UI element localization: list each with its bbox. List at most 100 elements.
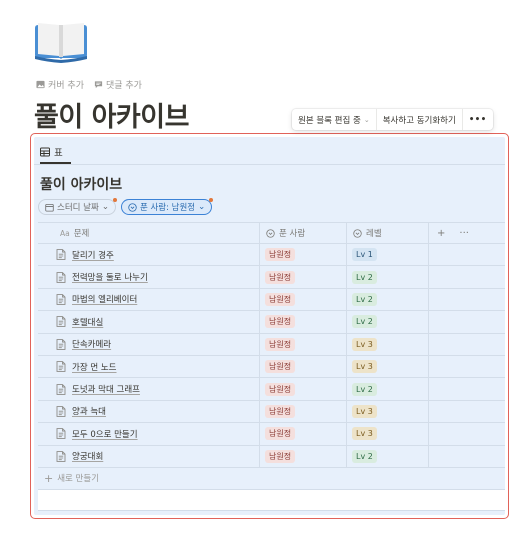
page-icon [56, 406, 66, 417]
filter-bar: 스터디 날짜 ⌄ 푼 사람: 남원정 ⌄ [38, 198, 214, 215]
page-actions: 커버 추가 댓글 추가 [36, 78, 142, 91]
more-options-button[interactable]: ••• [461, 109, 493, 130]
table-row[interactable]: 호텔대실 남원정 Lv 2 [38, 311, 505, 334]
new-row-button[interactable]: + 새로 만들기 [38, 468, 505, 490]
cell-empty [429, 446, 505, 467]
cell-solver[interactable]: 남원정 [260, 445, 347, 467]
database-title[interactable]: 풀이 아카이브 [40, 174, 122, 194]
cell-solver[interactable]: 남원정 [260, 378, 347, 400]
cell-empty [429, 289, 505, 310]
editing-original-dropdown[interactable]: 원본 블록 편집 중 ⌄ [292, 109, 376, 130]
row-title[interactable]: 양과 늑대 [72, 405, 106, 417]
add-cover-label: 커버 추가 [48, 81, 84, 91]
view-tab-table[interactable]: 표 [40, 145, 63, 159]
cell-title[interactable]: 단속카메라 [38, 333, 260, 355]
solver-tag: 남원정 [265, 315, 296, 329]
cell-level[interactable]: Lv 2 [347, 288, 429, 311]
table-row[interactable]: 마법의 엘리베이터 남원정 Lv 2 [38, 288, 505, 312]
cell-solver[interactable]: 남원정 [260, 423, 347, 445]
row-title[interactable]: 양궁대회 [72, 450, 103, 462]
table-row[interactable]: 양궁대회 남원정 Lv 2 [38, 445, 505, 468]
cell-title[interactable]: 모두 0으로 만들기 [38, 423, 260, 445]
add-cover-button[interactable]: 커버 추가 [36, 78, 84, 91]
table-body: 달리기 경주 남원정 Lv 1 전력망을 둘로 나누기 남원정 Lv 2 마법의 엘리베이터… [38, 244, 505, 468]
table-row[interactable]: 모두 0으로 만들기 남원정 Lv 3 [38, 423, 505, 446]
page-icon [56, 450, 66, 462]
new-row-label: 새로 만들기 [57, 474, 100, 485]
row-title[interactable]: 전력망을 둘로 나누기 [72, 271, 148, 283]
row-title[interactable]: 가장 먼 노드 [72, 361, 117, 373]
select-icon [266, 228, 275, 238]
cell-title[interactable]: 양궁대회 [38, 445, 260, 467]
cell-solver[interactable]: 남원정 [260, 355, 347, 378]
row-title[interactable]: 단속카메라 [72, 338, 111, 350]
table-row[interactable]: 단속카메라 남원정 Lv 3 [38, 333, 505, 356]
cell-solver[interactable]: 남원정 [260, 288, 347, 311]
cell-level[interactable]: Lv 2 [347, 311, 429, 333]
cell-solver[interactable]: 남원정 [260, 266, 347, 288]
synced-block[interactable]: 표 풀이 아카이브 스터디 날짜 ⌄ 푼 사람: 남원정 ⌄ Aa 문제 푼 사… [30, 133, 509, 519]
cell-empty [429, 266, 505, 287]
cell-solver[interactable]: 남원정 [260, 333, 347, 355]
cell-level[interactable]: Lv 2 [347, 266, 429, 288]
cell-level[interactable]: Lv 3 [347, 400, 429, 423]
more-icon: ••• [468, 114, 487, 125]
page-icon [56, 294, 66, 305]
cell-level[interactable]: Lv 2 [347, 378, 429, 400]
cell-title[interactable]: 가장 먼 노드 [38, 355, 260, 378]
tab-divider [34, 164, 505, 165]
cell-empty [429, 244, 505, 265]
page-icon [56, 271, 66, 283]
view-tab-label: 표 [54, 148, 63, 159]
calculation-bar[interactable] [38, 489, 505, 511]
row-title[interactable]: 도넛과 막대 그래프 [72, 383, 140, 395]
column-header-level[interactable]: 레벨 [347, 223, 429, 243]
book-icon[interactable] [33, 20, 89, 64]
page-title[interactable]: 풀이 아카이브 [34, 95, 189, 134]
solver-tag: 남원정 [265, 427, 296, 441]
table-row[interactable]: 전력망을 둘로 나누기 남원정 Lv 2 [38, 266, 505, 289]
filter-study-date[interactable]: 스터디 날짜 ⌄ [38, 198, 117, 215]
table-row[interactable]: 달리기 경주 남원정 Lv 1 [38, 244, 505, 267]
add-comment-button[interactable]: 댓글 추가 [94, 78, 142, 91]
solver-tag: 남원정 [265, 292, 296, 306]
filter-study-date-label: 스터디 날짜 [57, 203, 99, 213]
cell-title[interactable]: 도넛과 막대 그래프 [38, 378, 260, 400]
cell-title[interactable]: 호텔대실 [38, 311, 260, 333]
row-title[interactable]: 호텔대실 [72, 316, 103, 328]
cell-empty [429, 311, 505, 332]
column-header-title[interactable]: Aa 문제 [38, 223, 260, 243]
more-icon[interactable]: ··· [459, 228, 469, 239]
cell-level[interactable]: Lv 1 [347, 244, 429, 266]
cell-solver[interactable]: 남원정 [260, 244, 347, 266]
table-row[interactable]: 가장 먼 노드 남원정 Lv 3 [38, 355, 505, 379]
row-title[interactable]: 모두 0으로 만들기 [72, 428, 138, 440]
calendar-icon [45, 203, 54, 212]
cell-empty [429, 401, 505, 422]
row-title[interactable]: 마법의 엘리베이터 [72, 293, 137, 305]
cell-empty [429, 334, 505, 355]
row-title[interactable]: 달리기 경주 [72, 249, 114, 261]
cell-level[interactable]: Lv 3 [347, 423, 429, 445]
cell-level[interactable]: Lv 3 [347, 355, 429, 378]
filter-indicator-dot [209, 198, 214, 202]
column-header-solver[interactable]: 푼 사람 [260, 223, 347, 243]
cell-title[interactable]: 전력망을 둘로 나누기 [38, 266, 260, 288]
cell-solver[interactable]: 남원정 [260, 400, 347, 423]
cell-title[interactable]: 마법의 엘리베이터 [38, 288, 260, 311]
select-icon [128, 202, 137, 212]
cell-level[interactable]: Lv 2 [347, 445, 429, 467]
table-row[interactable]: 도넛과 막대 그래프 남원정 Lv 2 [38, 378, 505, 401]
filter-solver[interactable]: 푼 사람: 남원정 ⌄ [120, 198, 214, 215]
add-property-button[interactable]: + [437, 228, 445, 239]
copy-and-sync-button[interactable]: 복사하고 동기화하기 [375, 109, 462, 130]
cell-title[interactable]: 양과 늑대 [38, 400, 260, 423]
copy-and-sync-label: 복사하고 동기화하기 [382, 115, 456, 126]
table-row[interactable]: 양과 늑대 남원정 Lv 3 [38, 400, 505, 424]
page-icon [56, 316, 66, 328]
cell-solver[interactable]: 남원정 [260, 311, 347, 333]
cell-level[interactable]: Lv 3 [347, 333, 429, 355]
cell-empty [429, 356, 505, 377]
cell-title[interactable]: 달리기 경주 [38, 244, 260, 266]
table-header: Aa 문제 푼 사람 레벨 + ··· [38, 222, 505, 244]
